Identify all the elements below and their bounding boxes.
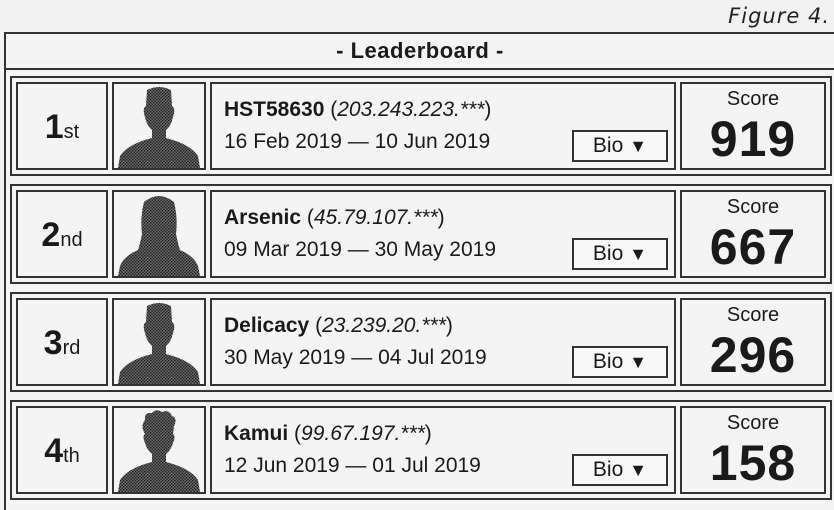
chevron-down-icon: ▼ — [629, 459, 648, 480]
female-silhouette-icon — [118, 196, 200, 276]
rank-cell: 2nd — [16, 190, 108, 278]
leaderboard-row-4: 4th Kamui (99.67.197.***) 12 Jun 2019 — … — [10, 400, 832, 500]
player-info: HST58630 (203.243.223.***) 16 Feb 2019 —… — [210, 82, 676, 170]
chevron-down-icon: ▼ — [629, 135, 648, 156]
player-dates: 30 May 2019 — 04 Jul 2019 — [224, 346, 487, 369]
player-name: Delicacy — [224, 314, 310, 337]
avatar — [112, 406, 206, 494]
bio-dropdown-button[interactable]: Bio ▼ — [572, 346, 668, 378]
figure-label: Figure 4. — [728, 4, 830, 28]
player-ip: 23.239.20.*** — [322, 314, 446, 337]
leaderboard-panel: - Leaderboard - 1st HST58630 (203.243.22… — [4, 32, 834, 510]
avatar — [112, 190, 206, 278]
leaderboard-row-1: 1st HST58630 (203.243.223.***) 16 Feb 20… — [10, 76, 832, 176]
rank-badge: 2nd — [41, 216, 83, 254]
player-ip: 45.79.107.*** — [313, 206, 438, 229]
player-name: HST58630 — [224, 98, 325, 121]
score-label: Score — [726, 304, 780, 326]
score-cell: Score 296 — [680, 298, 826, 386]
score-value: 667 — [709, 219, 797, 275]
chevron-down-icon: ▼ — [629, 243, 648, 264]
rank-cell: 4th — [16, 406, 108, 494]
player-name-line: Kamui (99.67.197.***) — [224, 422, 432, 445]
score-value: 158 — [709, 435, 797, 491]
avatar — [112, 82, 206, 170]
player-info: Arsenic (45.79.107.***) 09 Mar 2019 — 30… — [210, 190, 676, 278]
score-cell: Score 919 — [680, 82, 826, 170]
player-info: Kamui (99.67.197.***) 12 Jun 2019 — 01 J… — [210, 406, 676, 494]
rank-cell: 1st — [16, 82, 108, 170]
bio-dropdown-button[interactable]: Bio ▼ — [572, 454, 668, 486]
avatar — [112, 298, 206, 386]
player-name: Arsenic — [224, 206, 302, 229]
rank-badge: 1st — [44, 108, 80, 146]
player-dates: 09 Mar 2019 — 30 May 2019 — [224, 238, 496, 261]
leaderboard-title: - Leaderboard - — [6, 34, 834, 70]
player-name-line: HST58630 (203.243.223.***) — [224, 98, 492, 121]
rank-badge: 4th — [44, 432, 80, 470]
score-label: Score — [726, 88, 780, 110]
score-cell: Score 667 — [680, 190, 826, 278]
curly-hair-silhouette-icon — [118, 410, 200, 492]
rank-cell: 3rd — [16, 298, 108, 386]
player-info: Delicacy (23.239.20.***) 30 May 2019 — 0… — [210, 298, 676, 386]
player-name-line: Delicacy (23.239.20.***) — [224, 314, 453, 337]
bio-dropdown-button[interactable]: Bio ▼ — [572, 130, 668, 162]
player-name-line: Arsenic (45.79.107.***) — [224, 206, 445, 229]
score-label: Score — [726, 412, 780, 434]
score-label: Score — [726, 196, 780, 218]
player-name: Kamui — [224, 422, 289, 445]
chevron-down-icon: ▼ — [629, 351, 648, 372]
leaderboard-row-3: 3rd Delicacy (23.239.20.***) 30 May 2019… — [10, 292, 832, 392]
score-value: 296 — [709, 327, 797, 383]
score-value: 919 — [709, 111, 797, 167]
score-cell: Score 158 — [680, 406, 826, 494]
male-silhouette-icon — [118, 87, 200, 168]
player-dates: 16 Feb 2019 — 10 Jun 2019 — [224, 130, 491, 153]
player-ip: 203.243.223.*** — [337, 98, 485, 121]
player-ip: 99.67.197.*** — [301, 422, 425, 445]
leaderboard-row-2: 2nd Arsenic (45.79.107.***) 09 Mar 2019 … — [10, 184, 832, 284]
male-silhouette-icon — [118, 303, 200, 384]
bio-dropdown-button[interactable]: Bio ▼ — [572, 238, 668, 270]
rank-badge: 3rd — [43, 324, 81, 362]
player-dates: 12 Jun 2019 — 01 Jul 2019 — [224, 454, 481, 477]
